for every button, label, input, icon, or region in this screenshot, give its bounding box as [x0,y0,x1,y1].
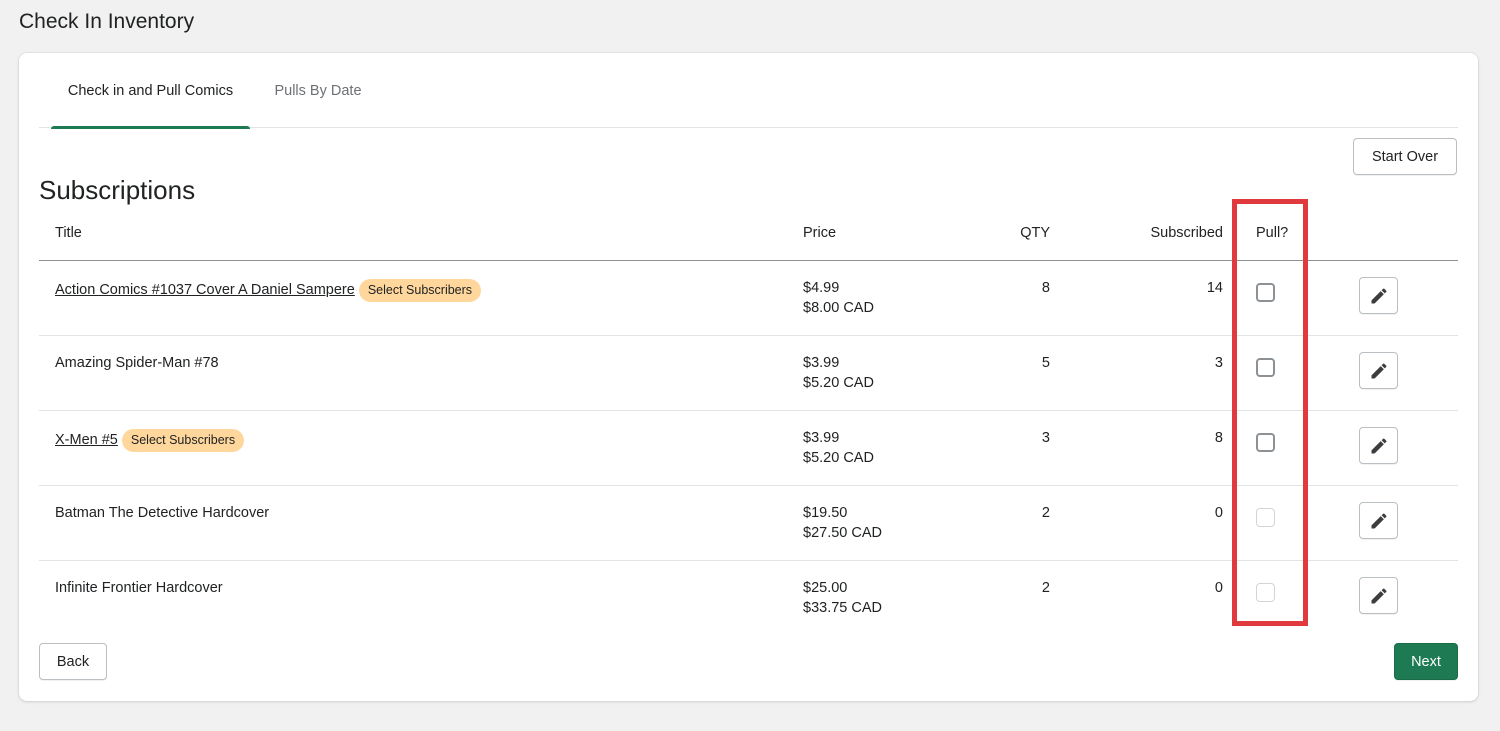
subscribed-cell: 0 [1214,580,1223,596]
qty-cell: 3 [1041,430,1050,446]
select-subscribers-badge[interactable]: Select Subscribers [358,279,482,302]
qty-cell: 5 [1041,355,1050,371]
column-header-price: Price [803,225,837,241]
price-cad: $5.20 CAD [803,375,874,391]
column-header-qty: QTY [1020,225,1050,241]
table-row: Infinite Frontier Hardcover $25.00 $33.75 … [39,561,1458,636]
price-cad: $5.20 CAD [803,450,874,466]
price-usd: $3.99 [803,355,840,371]
column-header-title: Title [55,225,82,241]
column-header-pull: Pull? [1256,225,1289,241]
edit-button[interactable] [1359,577,1398,614]
qty-cell: 2 [1041,580,1050,596]
price-cad: $27.50 CAD [803,525,882,541]
subscribed-cell: 14 [1206,280,1223,296]
tab-label: Check in and Pull Comics [67,82,234,99]
section-title: Subscriptions [39,175,196,205]
price-cad: $33.75 CAD [803,600,882,616]
price-cell: $19.50 $27.50 CAD [803,503,882,543]
table-row: Batman The Detective Hardcover $19.50 $27.… [39,486,1458,561]
tab-check-in-and-pull[interactable]: Check in and Pull Comics [51,53,250,129]
edit-button[interactable] [1359,277,1398,314]
item-title-link[interactable]: X-Men #5 [55,432,118,448]
price-usd: $3.99 [803,430,840,446]
tab-pulls-by-date[interactable]: Pulls By Date [258,53,378,128]
pencil-icon [1369,436,1389,456]
edit-button[interactable] [1359,502,1398,539]
title-cell: Infinite Frontier Hardcover [55,578,223,598]
price-cad: $8.00 CAD [803,300,874,316]
title-cell: Batman The Detective Hardcover [55,503,269,523]
pencil-icon [1369,586,1389,606]
price-cell: $25.00 $33.75 CAD [803,578,882,618]
back-button[interactable]: Back [39,643,107,680]
price-usd: $25.00 [803,580,848,596]
edit-button[interactable] [1359,352,1398,389]
next-button[interactable]: Next [1394,643,1458,680]
main-card: Check in and Pull Comics Pulls By Date S… [19,53,1478,701]
column-header-subscribed: Subscribed [1150,225,1223,241]
edit-button[interactable] [1359,427,1398,464]
item-title: Batman The Detective Hardcover [55,505,270,521]
price-cell: $4.99 $8.00 CAD [803,278,874,318]
title-cell: Action Comics #1037 Cover A Daniel Sampe… [55,279,482,302]
pull-checkbox[interactable] [1256,358,1275,377]
item-title: Amazing Spider-Man #78 [55,355,219,371]
price-cell: $3.99 $5.20 CAD [803,428,874,468]
price-usd: $4.99 [803,280,840,296]
price-cell: $3.99 $5.20 CAD [803,353,874,393]
pull-checkbox[interactable] [1256,433,1275,452]
pencil-icon [1369,286,1389,306]
item-title: Infinite Frontier Hardcover [55,580,223,596]
table-row: Amazing Spider-Man #78 $3.99 $5.20 CAD 5 3 [39,336,1458,411]
title-cell: X-Men #5 Select Subscribers [55,429,245,452]
pencil-icon [1369,511,1389,531]
subscribed-cell: 3 [1214,355,1223,371]
start-over-button[interactable]: Start Over [1353,138,1457,175]
page-title: Check In Inventory [19,10,195,33]
pull-checkbox [1256,508,1275,527]
qty-cell: 8 [1041,280,1050,296]
tab-label: Pulls By Date [274,82,362,99]
subscribed-cell: 0 [1214,505,1223,521]
table-row: Action Comics #1037 Cover A Daniel Sampe… [39,261,1458,336]
table-row: X-Men #5 Select Subscribers $3.99 $5.20 CAD… [39,411,1458,486]
subscribed-cell: 8 [1214,430,1223,446]
title-cell: Amazing Spider-Man #78 [55,353,219,373]
pull-checkbox [1256,583,1275,602]
qty-cell: 2 [1041,505,1050,521]
pencil-icon [1369,361,1389,381]
tab-bar: Check in and Pull Comics Pulls By Date [39,53,1458,129]
select-subscribers-badge[interactable]: Select Subscribers [121,429,245,452]
pull-checkbox[interactable] [1256,283,1275,302]
price-usd: $19.50 [803,505,848,521]
item-title-link[interactable]: Action Comics #1037 Cover A Daniel Sampe… [55,282,355,298]
active-tab-indicator [51,126,250,129]
